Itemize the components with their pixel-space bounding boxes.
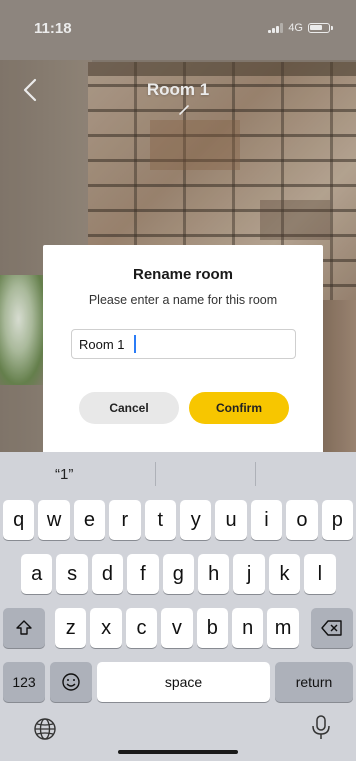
key-w[interactable]: w [38,500,70,540]
space-key[interactable]: space [97,662,270,702]
key-p[interactable]: p [321,500,353,540]
key-f[interactable]: f [127,554,159,594]
room-name-input[interactable] [71,329,296,359]
key-i[interactable]: i [250,500,283,540]
home-indicator [118,750,238,754]
key-z[interactable]: z [55,608,87,648]
emoji-icon [62,673,80,691]
key-h[interactable]: h [198,554,230,594]
suggestion-item-empty[interactable] [156,452,256,496]
key-r[interactable]: r [109,500,141,540]
microphone-icon[interactable] [309,714,333,742]
key-x[interactable]: x [90,608,122,648]
keyboard-row-4: 123 space return [0,662,356,704]
key-l[interactable]: l [304,554,336,594]
key-s[interactable]: s [56,554,88,594]
key-u[interactable]: u [215,500,247,540]
ios-keyboard: “1” qwertyuiop asdfghjkl zxcvbnm 123 spa… [0,452,356,761]
suggestion-item[interactable]: “1” [0,452,155,496]
globe-icon[interactable] [32,716,58,742]
globe-icon-shape [34,718,56,740]
key-m[interactable]: m [267,608,299,648]
rename-room-dialog: Rename room Please enter a name for this… [43,245,323,455]
backspace-icon [321,620,342,636]
key-y[interactable]: y [180,500,212,540]
key-t[interactable]: t [144,500,176,540]
keyboard-row-2: asdfghjkl [0,554,356,596]
shift-key[interactable] [3,608,45,648]
key-g[interactable]: g [162,554,194,594]
delete-key[interactable] [311,608,353,648]
keyboard-row-3: zxcvbnm [0,608,356,650]
dialog-title: Rename room [132,266,234,283]
key-e[interactable]: e [73,500,106,540]
key-o[interactable]: o [286,500,318,540]
key-b[interactable]: b [196,608,228,648]
confirm-button[interactable]: Confirm [189,392,289,424]
dialog-message: Please enter a name for this room [88,293,278,307]
key-q[interactable]: q [3,500,35,540]
key-k[interactable]: k [268,554,301,594]
key-a[interactable]: a [21,554,53,594]
keyboard-bottom-bar [0,710,356,750]
microphone-icon-shape [312,715,330,739]
key-c[interactable]: c [125,608,158,648]
key-v[interactable]: v [161,608,193,648]
key-j[interactable]: j [233,554,265,594]
cancel-button[interactable]: Cancel [79,392,179,424]
text-cursor [134,335,136,353]
shift-icon [16,620,32,635]
keyboard-row-1: qwertyuiop [0,500,356,542]
key-d[interactable]: d [91,554,124,594]
numbers-key[interactable]: 123 [3,662,45,702]
key-n[interactable]: n [232,608,264,648]
suggestion-item-empty[interactable] [256,452,356,496]
emoji-key[interactable] [50,662,92,702]
return-key[interactable]: return [275,662,353,702]
suggestion-bar: “1” [0,452,356,496]
